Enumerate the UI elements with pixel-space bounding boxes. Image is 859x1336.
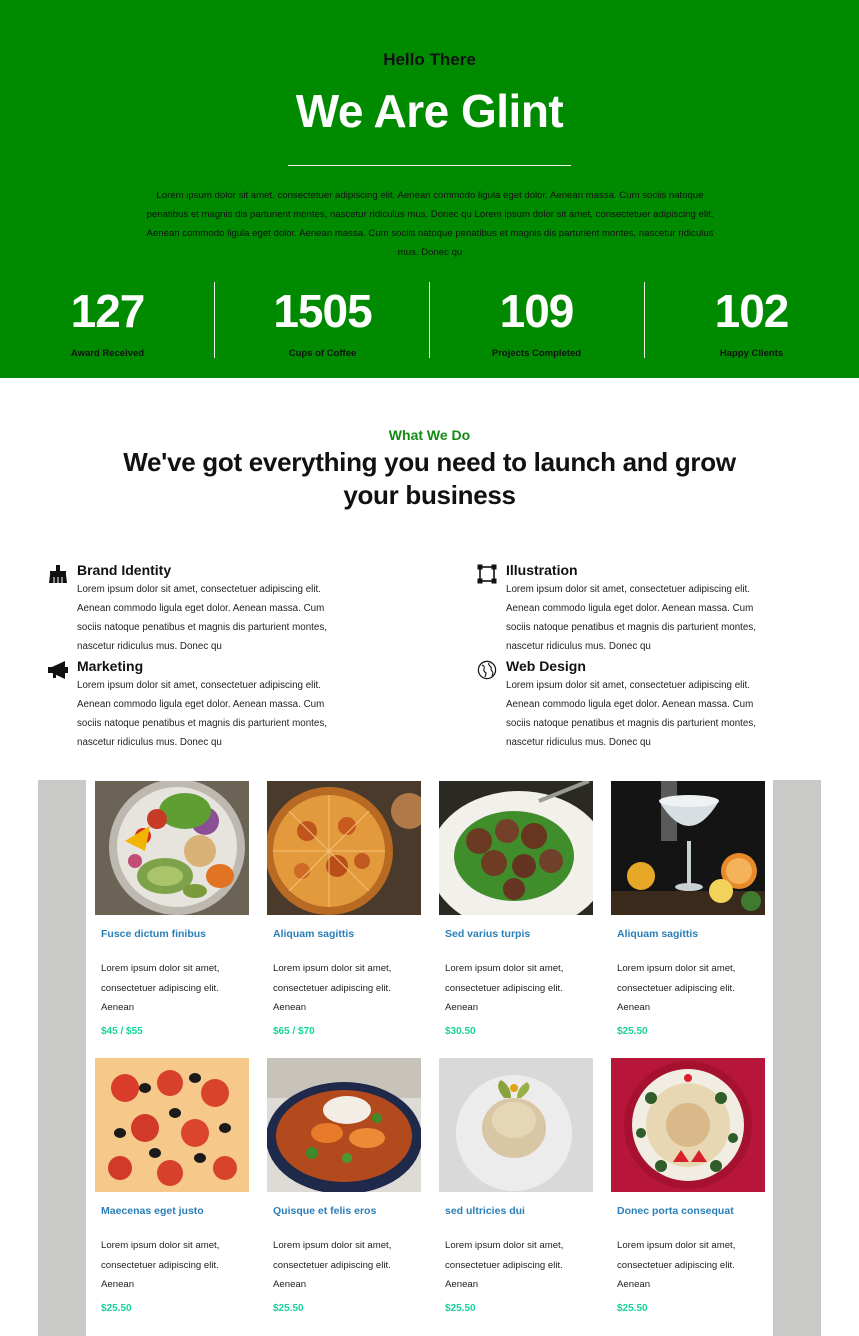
- stat-value: 127: [70, 285, 146, 337]
- card-description: Lorem ipsum dolor sit amet, consectetuer…: [101, 963, 220, 1013]
- card-description: Lorem ipsum dolor sit amet, consectetuer…: [273, 1240, 392, 1290]
- menu-card[interactable]: Aliquam sagittis Lorem ipsum dolor sit a…: [267, 781, 421, 1051]
- hero-title: We Are Glint: [295, 85, 564, 137]
- card-description: Lorem ipsum dolor sit amet, consectetuer…: [445, 963, 564, 1013]
- card-title[interactable]: Fusce dictum finibus: [101, 928, 206, 940]
- menu-card[interactable]: Maecenas eget justo Lorem ipsum dolor si…: [95, 1058, 249, 1328]
- card-title[interactable]: Aliquam sagittis: [617, 928, 698, 940]
- stat-label: Award Received: [70, 348, 145, 359]
- stat-value: 102: [714, 285, 790, 337]
- pepperoni-pizza-photo: [95, 1058, 249, 1192]
- menu-card[interactable]: Donec porta consequat Lorem ipsum dolor …: [611, 1058, 765, 1328]
- card-price: $25.50: [445, 1303, 476, 1314]
- stat-value: 109: [499, 285, 575, 337]
- hero-section: Hello There We Are Glint Lorem ipsum dol…: [0, 0, 859, 378]
- card-price: $45 / $55: [101, 1026, 143, 1037]
- service-name: Brand Identity: [77, 562, 172, 578]
- service-description: Lorem ipsum dolor sit amet, consectetuer…: [506, 584, 756, 652]
- meatballs-photo: [439, 781, 593, 915]
- stats-row: 127 Award Received 1505 Cups of Coffee 1…: [0, 282, 859, 362]
- card-price: $25.50: [101, 1303, 132, 1314]
- stat-label: Projects Completed: [491, 348, 582, 359]
- card-title[interactable]: sed ultricies dui: [445, 1205, 525, 1217]
- services-title: We've got everything you need to launch …: [123, 447, 736, 510]
- card-description: Lorem ipsum dolor sit amet, consectetuer…: [445, 1240, 564, 1290]
- hero-kicker: Hello There: [383, 50, 476, 69]
- card-title[interactable]: Aliquam sagittis: [273, 928, 354, 940]
- card-price: $25.50: [273, 1303, 304, 1314]
- card-price: $65 / $70: [273, 1026, 315, 1037]
- menu-card[interactable]: Quisque et felis eros Lorem ipsum dolor …: [267, 1058, 421, 1328]
- stat-projects: 109 Projects Completed: [429, 282, 644, 362]
- card-title[interactable]: Maecenas eget justo: [101, 1205, 204, 1217]
- broom-icon: [48, 564, 68, 584]
- vector-square-icon: [477, 564, 497, 584]
- card-title[interactable]: Donec porta consequat: [617, 1205, 734, 1217]
- service-description: Lorem ipsum dolor sit amet, consectetuer…: [77, 680, 327, 748]
- service-name: Web Design: [506, 658, 586, 674]
- card-description: Lorem ipsum dolor sit amet, consectetuer…: [617, 1240, 736, 1290]
- card-description: Lorem ipsum dolor sit amet, consectetuer…: [617, 963, 736, 1013]
- service-description: Lorem ipsum dolor sit amet, consectetuer…: [506, 680, 756, 748]
- service-description: Lorem ipsum dolor sit amet, consectetuer…: [77, 584, 327, 652]
- card-price: $25.50: [617, 1026, 648, 1037]
- card-description: Lorem ipsum dolor sit amet, consectetuer…: [101, 1240, 220, 1290]
- cocktail-photo: [611, 781, 765, 915]
- menu-card[interactable]: sed ultricies dui Lorem ipsum dolor sit …: [439, 1058, 593, 1328]
- salad-bowl-photo: [95, 781, 249, 915]
- stat-coffee: 1505 Cups of Coffee: [215, 282, 430, 362]
- megaphone-icon: [48, 660, 68, 680]
- services-kicker: What We Do: [388, 427, 471, 443]
- card-description: Lorem ipsum dolor sit amet, consectetuer…: [273, 963, 392, 1013]
- tart-plate-photo: [611, 1058, 765, 1192]
- pizza-photo: [267, 781, 421, 915]
- globe-icon: [477, 660, 497, 680]
- stat-label: Happy Clients: [719, 348, 784, 359]
- stat-awards: 127 Award Received: [0, 282, 215, 362]
- menu-card[interactable]: Aliquam sagittis Lorem ipsum dolor sit a…: [611, 781, 765, 1051]
- curry-bowl-photo: [267, 1058, 421, 1192]
- stat-clients: 102 Happy Clients: [644, 282, 859, 362]
- pasta-plate-photo: [439, 1058, 593, 1192]
- hero-text: Lorem ipsum dolor sit amet, consectetuer…: [146, 190, 714, 258]
- stat-label: Cups of Coffee: [288, 348, 357, 359]
- hero-divider: [288, 165, 571, 166]
- card-title[interactable]: Sed varius turpis: [445, 928, 530, 940]
- service-name: Illustration: [506, 562, 578, 578]
- stat-value: 1505: [273, 285, 372, 337]
- menu-card[interactable]: Fusce dictum finibus Lorem ipsum dolor s…: [95, 781, 249, 1051]
- card-price: $25.50: [617, 1303, 648, 1314]
- card-price: $30.50: [445, 1026, 476, 1037]
- menu-card[interactable]: Sed varius turpis Lorem ipsum dolor sit …: [439, 781, 593, 1051]
- card-title[interactable]: Quisque et felis eros: [273, 1205, 376, 1217]
- service-name: Marketing: [77, 658, 144, 674]
